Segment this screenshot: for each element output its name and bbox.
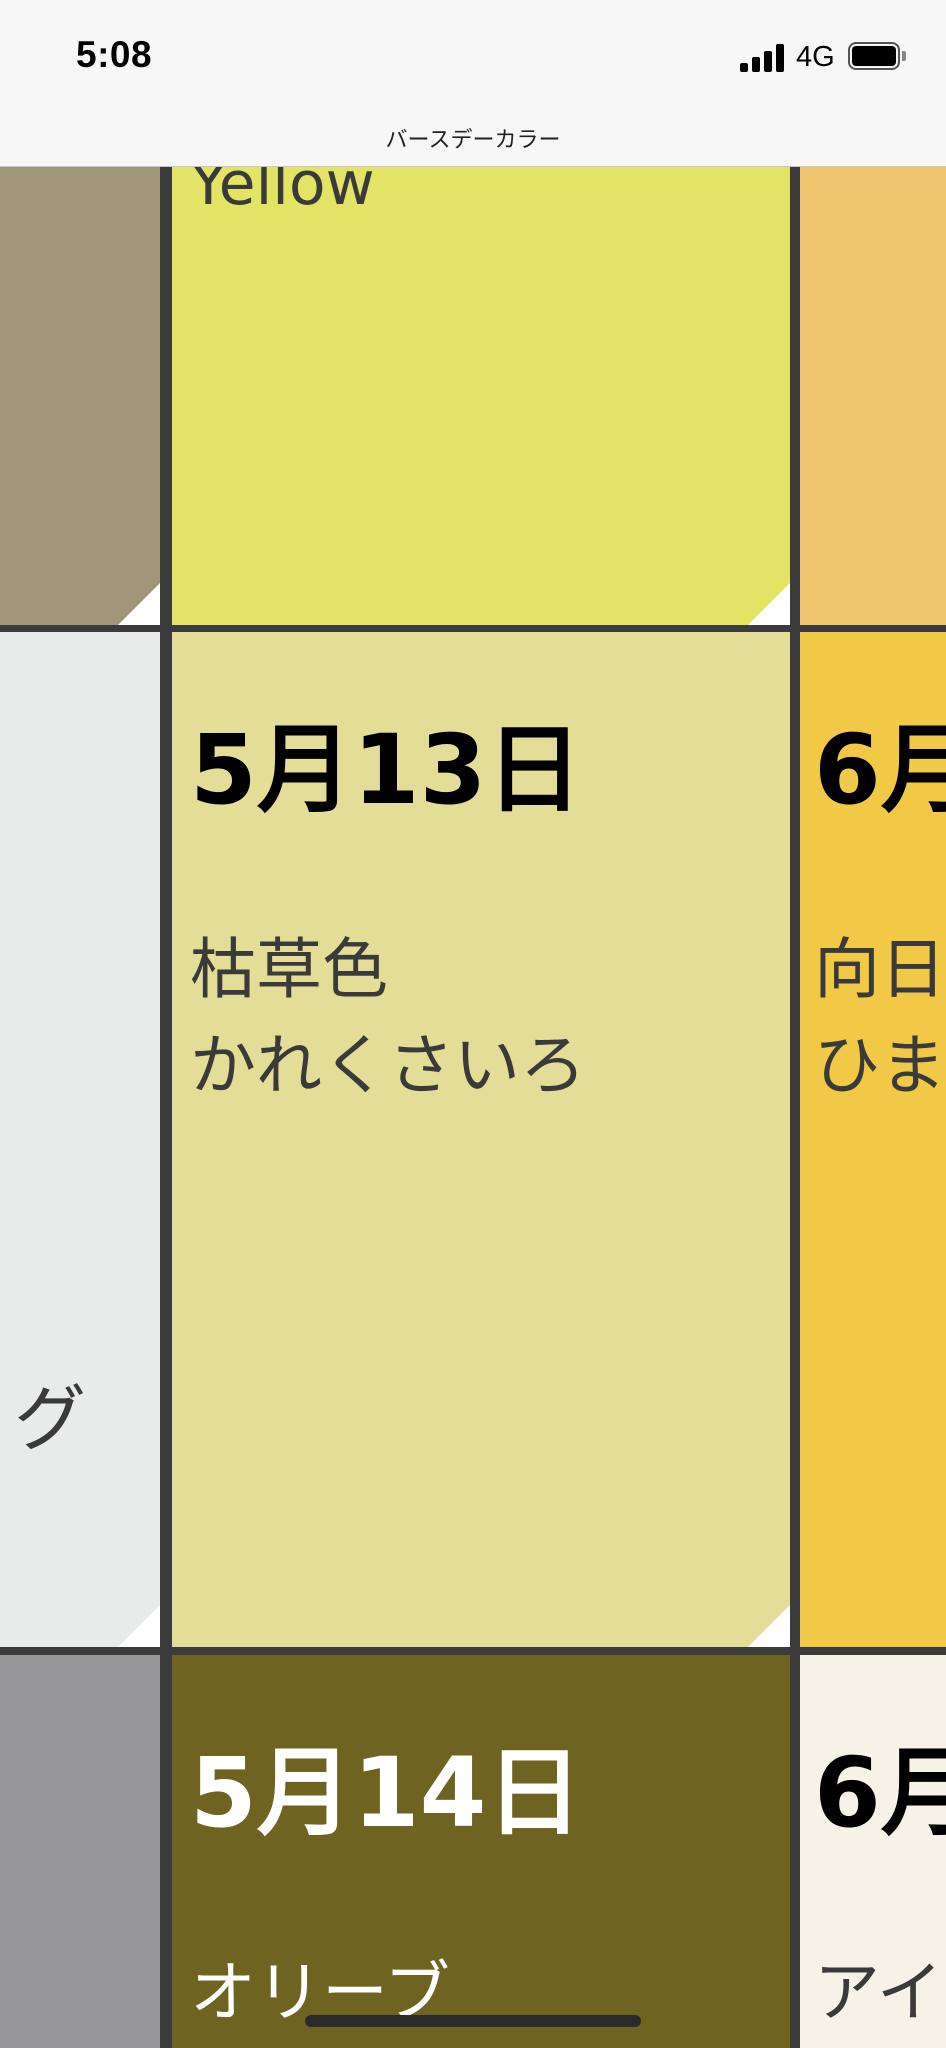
cell-top-left[interactable]	[0, 167, 160, 625]
color-name-reading: かれくさいろ	[190, 1026, 586, 1104]
cell-mid-left-label: グ	[14, 1377, 87, 1461]
cell-top-middle-label: Yellow	[190, 167, 375, 219]
cell-bottom-right[interactable]: 6月 アイ	[800, 1655, 946, 2048]
cell-top-middle[interactable]: Yellow	[172, 167, 790, 625]
cell-date: 6月	[814, 714, 946, 826]
color-name-kanji: 枯草色	[190, 931, 388, 1008]
network-type: 4G	[796, 41, 835, 73]
status-bar: 5:08 4G	[0, 0, 946, 118]
cell-color-name: アイ	[814, 1954, 943, 2031]
color-grid[interactable]: Yellow グ 5月13日 枯草色 かれくさいろ 6月 向日 ひま 5月14日…	[0, 167, 946, 2048]
home-indicator[interactable]	[305, 2015, 641, 2027]
page-curl-icon	[118, 1605, 160, 1647]
cell-date: 5月14日	[190, 1737, 583, 1849]
cell-date: 6月	[814, 1737, 946, 1849]
cell-bottom-left[interactable]	[0, 1655, 160, 2048]
cell-color-name: 向日 ひま	[814, 922, 946, 1113]
cell-top-right[interactable]	[800, 167, 946, 625]
color-name-kanji: 向日	[814, 931, 946, 1008]
cell-may-13[interactable]: 5月13日 枯草色 かれくさいろ	[172, 632, 790, 1647]
color-name-reading: ひま	[814, 1026, 946, 1104]
page-curl-icon	[748, 1605, 790, 1647]
status-time: 5:08	[76, 34, 153, 75]
page-curl-icon	[748, 583, 790, 625]
signal-icon	[740, 44, 786, 72]
cell-mid-left[interactable]: グ	[0, 632, 160, 1647]
cell-date: 5月13日	[190, 714, 583, 826]
cell-color-name: 枯草色 かれくさいろ	[190, 922, 586, 1113]
battery-icon	[848, 42, 906, 72]
cell-may-14[interactable]: 5月14日 オリーブ	[172, 1655, 790, 2048]
page-curl-icon	[118, 583, 160, 625]
page-title: バースデーカラー	[385, 128, 561, 153]
cell-mid-right[interactable]: 6月 向日 ひま	[800, 632, 946, 1647]
navigation-bar: バースデーカラー	[0, 118, 946, 167]
